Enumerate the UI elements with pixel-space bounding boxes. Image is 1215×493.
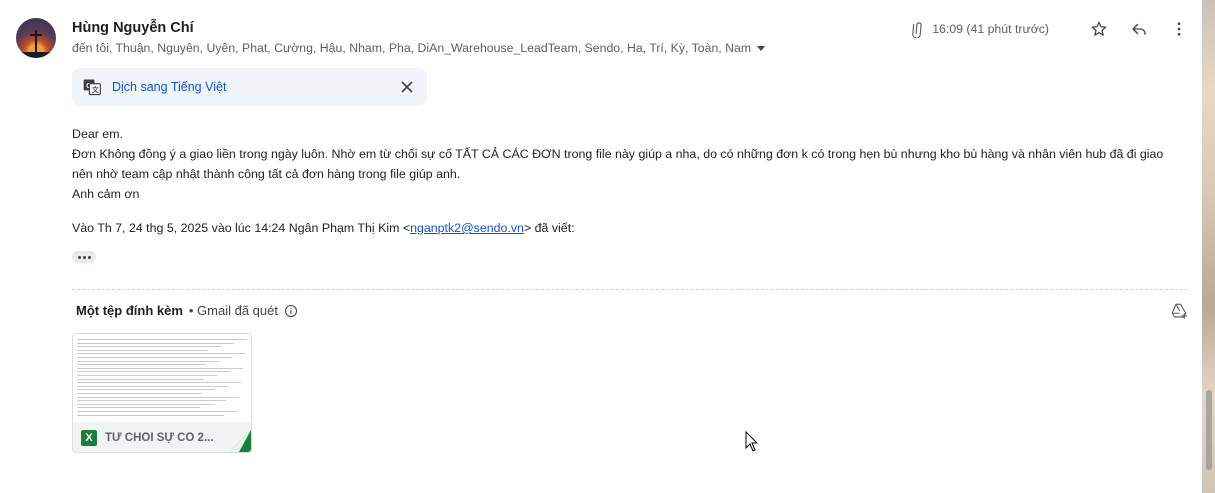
attachment-card[interactable]: X TỪ CHỐI SỰ CỐ 2... (72, 333, 252, 453)
attachments-title: Một tệp đính kèm (76, 303, 183, 318)
attachment-file-name: TỪ CHỐI SỰ CỐ 2... (105, 432, 214, 444)
thumbnail-row (77, 342, 234, 344)
quote-prefix: Vào Th 7, 24 thg 5, 2025 vào lúc 14:24 N… (72, 221, 411, 235)
show-trimmed-content-button[interactable] (72, 251, 96, 263)
svg-text:文: 文 (92, 85, 99, 94)
thumbnail-row (77, 367, 243, 369)
thumbnail-row (77, 364, 206, 366)
more-options-button[interactable] (1169, 19, 1189, 39)
thumbnail-row (77, 403, 213, 405)
info-icon[interactable] (284, 304, 298, 318)
background-wallpaper-strip (1202, 0, 1215, 493)
thumbnail-row (77, 339, 247, 340)
mouse-cursor-icon (745, 431, 759, 452)
thumbnail-row (77, 360, 219, 362)
divider (72, 289, 1188, 290)
thumbnail-row (77, 385, 228, 387)
quoted-header: Vào Th 7, 24 thg 5, 2025 vào lúc 14:24 N… (72, 221, 575, 235)
scan-note: • Gmail đã quét (188, 303, 278, 318)
excel-file-icon: X (81, 430, 97, 446)
sender-name[interactable]: Hùng Nguyễn Chí (72, 20, 194, 36)
message-body: Dear em. Đơn Không đồng ý a giao liền tr… (72, 124, 1182, 204)
thumbnail-row (77, 346, 221, 348)
translate-link[interactable]: Dịch sang Tiếng Việt (112, 80, 226, 94)
thumbnail-row (77, 407, 200, 409)
thumbnail-row (77, 389, 215, 391)
body-line: Đơn Không đồng ý a giao liền trong ngày … (72, 147, 1164, 181)
translate-banner: G 文 Dịch sang Tiếng Việt (72, 68, 427, 106)
scrollbar[interactable] (1206, 390, 1212, 470)
quoted-email-link[interactable]: nganptk2@sendo.vn (410, 221, 524, 235)
recipients-line[interactable]: đến tôi, Thuận, Nguyên, Uyên, Phat, Cườn… (72, 41, 766, 55)
quote-suffix: > đã viết: (523, 221, 575, 235)
add-to-drive-icon[interactable] (1170, 302, 1188, 320)
thumbnail-row (77, 378, 204, 380)
spreadsheet-thumbnail (73, 334, 251, 422)
close-icon[interactable] (399, 79, 415, 95)
reply-button[interactable] (1129, 19, 1149, 39)
message-meta: 16:09 (41 phút trước) (908, 18, 1189, 40)
more-vert-icon (1177, 22, 1181, 36)
star-button[interactable] (1089, 19, 1109, 39)
thumbnail-row (77, 396, 239, 398)
star-icon (1091, 21, 1107, 36)
thumbnail-row (77, 400, 226, 402)
thumbnail-row (77, 371, 230, 373)
page-fold-icon (229, 430, 251, 452)
thumbnail-row (77, 353, 245, 355)
thumbnail-row (77, 382, 241, 384)
thumbnail-row (77, 393, 202, 394)
message-time: 16:09 (41 phút trước) (932, 22, 1049, 36)
reply-icon (1132, 23, 1146, 35)
thumbnail-row (77, 349, 208, 351)
thumbnail-row (77, 357, 232, 358)
recipients-text: đến tôi, Thuận, Nguyên, Uyên, Phat, Cườn… (72, 41, 752, 55)
body-line: Dear em. (72, 127, 123, 141)
show-details-chevron-icon[interactable] (757, 45, 766, 51)
translate-icon: G 文 (83, 79, 101, 96)
sender-avatar[interactable] (16, 18, 56, 58)
paperclip-icon (912, 22, 922, 38)
thumbnail-row (77, 375, 217, 376)
body-line: Anh cảm ơn (72, 187, 140, 201)
attachments-header: Một tệp đính kèm • Gmail đã quét (76, 303, 298, 318)
attachment-footer: X TỪ CHỐI SỰ CỐ 2... (73, 422, 251, 452)
thumbnail-row (77, 414, 224, 416)
thumbnail-row (77, 411, 237, 412)
